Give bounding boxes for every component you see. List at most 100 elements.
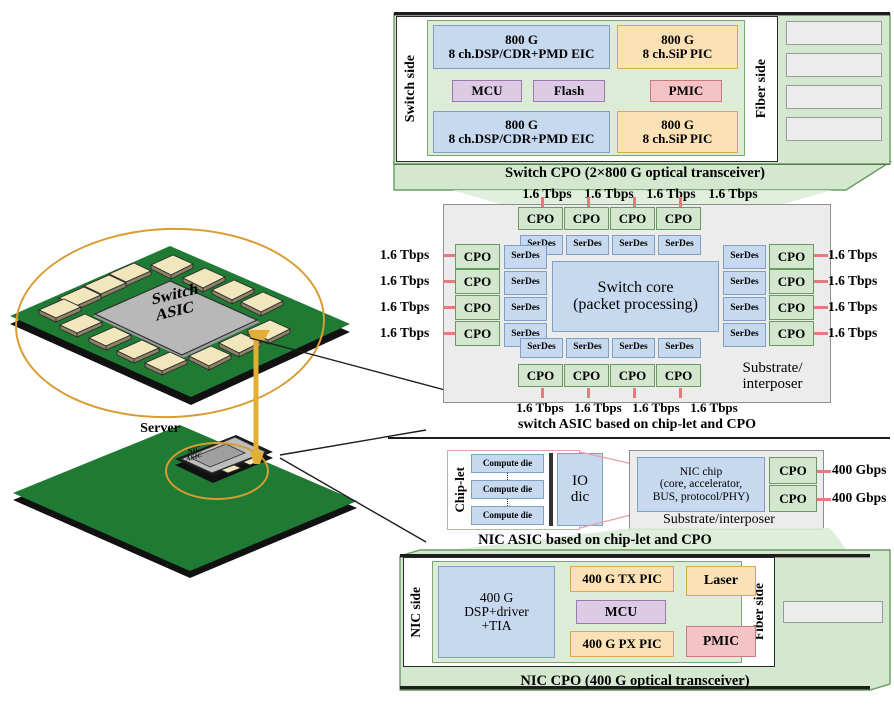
nic-asic-rate-2: 400 Gbps <box>832 489 887 505</box>
switch-asic-left-stub-2 <box>443 280 455 283</box>
switch-asic-cpo-top-1: CPO <box>518 207 563 230</box>
switch-asic-top-stub-4 <box>679 197 682 207</box>
switch-asic-cpo-top-4: CPO <box>656 207 701 230</box>
switch-cpo-fiber-connector-3 <box>786 85 882 109</box>
switch-core: Switch core (packet processing) <box>552 261 719 332</box>
switch-asic-right-rate-4: 1.6 Tbps <box>828 324 878 340</box>
switch-asic-right-stub-4 <box>814 332 828 335</box>
nic-cpo-tx-pic: 400 G TX PIC <box>570 566 674 592</box>
nic-cpo-fiber-connector-1 <box>783 601 883 623</box>
nic-chip: NIC chip (core, accelerator, BUS, protoc… <box>637 457 765 512</box>
switch-asic-substrate-label: Substrate/ interposer <box>742 360 803 392</box>
switch-asic-right-stub-2 <box>814 280 828 283</box>
switch-asic-serdes-top-3: SerDes <box>612 235 655 255</box>
switch-asic-cpo-left-3: CPO <box>455 295 500 320</box>
switch-asic-cpo-left-4: CPO <box>455 321 500 346</box>
compute-die-link-1 <box>507 473 508 480</box>
switch-asic-left-stub-3 <box>443 306 455 309</box>
switch-cpo-rate-1: 1.6 Tbps <box>522 185 572 201</box>
nic-side-label: NIC side <box>407 586 423 638</box>
switch-asic-bottom-stub-2 <box>587 388 590 398</box>
switch-asic-bottom-rate-2: 1.6 Tbps <box>574 400 622 416</box>
switch-asic-cpo-bottom-1: CPO <box>518 364 563 387</box>
switch-asic-left-stub-1 <box>443 254 455 257</box>
switch-asic-top-stub-3 <box>633 197 636 207</box>
nic-chip-line3: BUS, protocol/PHY) <box>652 490 750 503</box>
switch-asic-right-stub-1 <box>814 254 828 257</box>
nic-cpo-pmic: PMIC <box>686 626 756 657</box>
switch-asic-serdes-left-3: SerDes <box>504 297 547 321</box>
switch-asic-left-rate-4: 1.6 Tbps <box>380 324 430 340</box>
compute-die-3: Compute die <box>471 506 544 525</box>
switch-asic-cpo-right-4: CPO <box>769 321 814 346</box>
switch-asic-cpo-bottom-2: CPO <box>564 364 609 387</box>
switch-asic-serdes-right-3: SerDes <box>723 297 766 321</box>
switch-asic-right-rate-1: 1.6 Tbps <box>828 246 878 262</box>
compute-die-2: Compute die <box>471 480 544 499</box>
nic-cpo-dsp: 400 G DSP+driver +TIA <box>438 566 555 658</box>
nic-asic-top-rule <box>388 437 890 440</box>
switch-asic-cpo-right-1: CPO <box>769 244 814 269</box>
nic-cpo-laser: Laser <box>686 566 756 596</box>
callout-leaders <box>249 337 446 543</box>
switch-cpo-pmic: PMIC <box>650 80 722 102</box>
nic-cpo-caption: NIC CPO (400 G optical transceiver) <box>520 673 750 690</box>
switch-asic-right-stub-3 <box>814 306 828 309</box>
chiplet-label: Chip-let <box>452 467 468 513</box>
nic-asic-cpo-stub-1 <box>817 470 831 473</box>
switch-asic-serdes-right-2: SerDes <box>723 271 766 295</box>
switch-asic-cpo-bottom-3: CPO <box>610 364 655 387</box>
switch-cpo-eic-bottom: 800 G 8 ch.DSP/CDR+PMD EIC <box>433 111 610 153</box>
switch-asic-bottom-stub-3 <box>633 388 636 398</box>
switch-asic-cpo-left-2: CPO <box>455 269 500 294</box>
switch-asic-top-stub-2 <box>587 197 590 207</box>
switch-cpo-fiber-side-label: Fiber side <box>753 59 769 119</box>
switch-asic-serdes-bottom-1: SerDes <box>520 338 563 358</box>
nic-asic-substrate-label: Substrate/interposer <box>663 511 775 527</box>
switch-asic-bottom-rate-1: 1.6 Tbps <box>516 400 564 416</box>
switch-cpo-eic-top: 800 G 8 ch.DSP/CDR+PMD EIC <box>433 25 610 69</box>
switch-asic-cpo-left-1: CPO <box>455 244 500 269</box>
nic-chip-line1: NIC chip <box>679 466 723 479</box>
compute-die-link-2 <box>507 499 508 506</box>
switch-cpo-fiber-connector-4 <box>786 117 882 141</box>
nic-cpo-rx-pic: 400 G PX PIC <box>570 631 674 657</box>
switch-asic-bottom-stub-4 <box>679 388 682 398</box>
switch-asic-cpo-right-2: CPO <box>769 269 814 294</box>
switch-asic-top-stub-1 <box>541 197 544 207</box>
nic-asic-rate-1: 400 Gbps <box>832 461 887 477</box>
switch-cpo-flash: Flash <box>533 80 605 102</box>
switch-side-label: Switch side <box>402 55 418 123</box>
switch-cpo-rate-3: 1.6 Tbps <box>646 185 696 201</box>
switch-asic-bottom-stub-1 <box>541 388 544 398</box>
switch-cpo-fiber-connector-1 <box>786 21 882 45</box>
switch-asic-serdes-bottom-4: SerDes <box>658 338 701 358</box>
switch-asic-serdes-right-1: SerDes <box>723 245 766 269</box>
switch-asic-bottom-rate-3: 1.6 Tbps <box>632 400 680 416</box>
server-label: Server <box>140 420 180 436</box>
switch-cpo-mcu: MCU <box>452 80 522 102</box>
switch-core-line1: Switch core <box>597 278 674 296</box>
switch-asic-serdes-top-4: SerDes <box>658 235 701 255</box>
switch-asic-left-rate-1: 1.6 Tbps <box>380 246 430 262</box>
nic-chip-line2: (core, accelerator, <box>659 478 743 491</box>
chiplet-bridge-bar <box>549 453 553 526</box>
switch-asic-right-rate-2: 1.6 Tbps <box>828 272 878 288</box>
nic-asic-cpo-stub-2 <box>817 498 831 501</box>
switch-asic-serdes-right-4: SerDes <box>723 323 766 347</box>
nic-asic-cpo-1: CPO <box>769 457 817 484</box>
switch-asic-cpo-top-2: CPO <box>564 207 609 230</box>
switch-asic-cpo-top-3: CPO <box>610 207 655 230</box>
switch-cpo-pic-top: 800 G 8 ch.SiP PIC <box>617 25 738 69</box>
switch-asic-cpo-right-3: CPO <box>769 295 814 320</box>
switch-cpo-fiber-connector-2 <box>786 53 882 77</box>
nic-cpo-mcu: MCU <box>576 600 666 624</box>
switch-cpo-pic-bottom: 800 G 8 ch.SiP PIC <box>617 111 738 153</box>
switch-asic-cpo-bottom-4: CPO <box>656 364 701 387</box>
switch-asic-serdes-bottom-3: SerDes <box>612 338 655 358</box>
switch-cpo-caption: Switch CPO (2×800 G optical transceiver) <box>505 165 765 182</box>
switch-asic-caption: switch ASIC based on chip-let and CPO <box>517 416 757 432</box>
switch-asic-serdes-bottom-2: SerDes <box>566 338 609 358</box>
switch-cpo-rate-4: 1.6 Tbps <box>708 185 758 201</box>
switch-asic-serdes-left-1: SerDes <box>504 245 547 269</box>
